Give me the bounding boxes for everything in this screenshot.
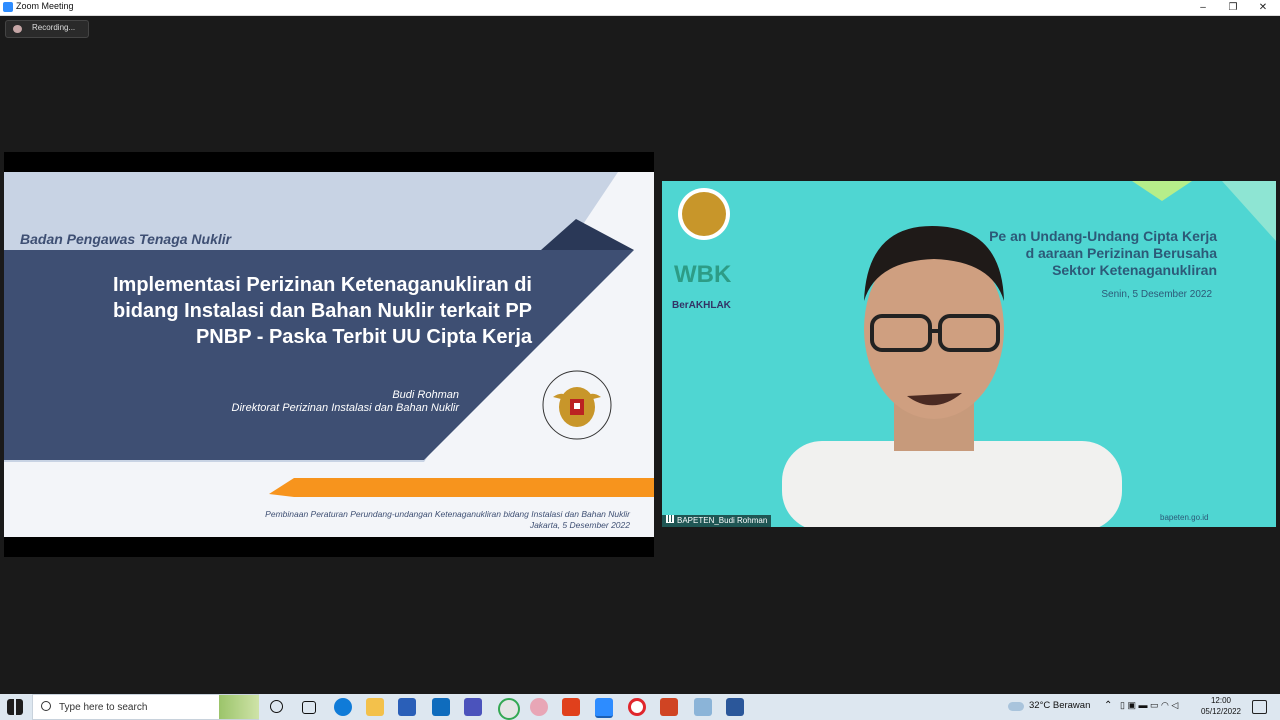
- tray-icons[interactable]: ▯ ▣ ▬ ▭ ◠ ◁: [1120, 700, 1178, 711]
- chrome-icon[interactable]: [498, 698, 520, 720]
- video-bg-title-line: Sektor Ketenaganukliran: [1052, 262, 1217, 278]
- clock-date: 05/12/2022: [1200, 707, 1242, 716]
- video-bg-date: Senin, 5 Desember 2022: [1101, 289, 1212, 300]
- shared-screen[interactable]: Badan Pengawas Tenaga Nuklir Implementas…: [4, 152, 654, 557]
- task-view-icon[interactable]: [302, 701, 316, 714]
- app-icon[interactable]: [530, 698, 548, 716]
- video-bg-title-line: d aaraan Perizinan Berusaha: [1025, 245, 1217, 261]
- slide-footer: Pembinaan Peraturan Perundang-undangan K…: [194, 509, 630, 531]
- participant-name: BAPETEN_Budi Rohman: [677, 516, 768, 525]
- video-bg-website: bapeten.go.id: [1160, 513, 1209, 522]
- search-placeholder: Type here to search: [59, 702, 148, 713]
- office-icon[interactable]: [562, 698, 580, 716]
- video-bg-title: Pe an Undang-Undang Cipta Kerja d aaraan…: [857, 228, 1217, 279]
- app-icon[interactable]: [694, 698, 712, 716]
- windows-taskbar: Type here to search 32°C Berawan ⌃ ▯ ▣ ▬…: [0, 694, 1280, 720]
- windows-start-icon[interactable]: [7, 699, 23, 715]
- footer-date: Jakarta, 5 Desember 2022: [529, 520, 630, 530]
- word-icon[interactable]: [726, 698, 744, 716]
- presenter-name: Budi Rohman: [392, 389, 459, 401]
- wbk-text: WBK: [674, 261, 732, 288]
- notification-icon[interactable]: [1252, 700, 1267, 714]
- bapeten-emblem-logo: [527, 367, 627, 447]
- slide-title: Implementasi Perizinan Ketenaganukliran …: [44, 272, 532, 350]
- footer-line: Pembinaan Peraturan Perundang-undangan K…: [265, 509, 630, 519]
- slide-title-line: PNBP - Paska Terbit UU Cipta Kerja: [195, 326, 532, 348]
- edge-icon[interactable]: [334, 698, 352, 716]
- close-button[interactable]: ✕: [1248, 0, 1278, 15]
- minimize-button[interactable]: –: [1188, 0, 1218, 15]
- berakhlak-text: BerAKHLAK: [672, 300, 731, 311]
- restore-button[interactable]: ❐: [1218, 0, 1248, 15]
- mail-icon[interactable]: [432, 698, 450, 716]
- video-bg-title-line: Pe an Undang-Undang Cipta Kerja: [989, 228, 1217, 244]
- file-explorer-icon[interactable]: [366, 698, 384, 716]
- powerpoint-icon[interactable]: [660, 698, 678, 716]
- cloud-icon: [1008, 702, 1024, 711]
- chevron-up-icon[interactable]: ⌃: [1104, 700, 1112, 711]
- recording-indicator[interactable]: Recording...: [5, 20, 89, 38]
- recording-label: Recording...: [32, 23, 76, 32]
- window-title: Zoom Meeting: [16, 1, 74, 11]
- participant-video[interactable]: WBK BerAKHLAK Pe an Undang-Undang Cipta …: [662, 181, 1276, 527]
- slide-title-line: bidang Instalasi dan Bahan Nuklir terkai…: [113, 300, 532, 322]
- zoom-app-icon: [3, 2, 13, 12]
- window-titlebar: Zoom Meeting – ❐ ✕: [0, 0, 1280, 16]
- slide-background: [4, 172, 654, 537]
- slide-title-line: Implementasi Perizinan Ketenaganukliran …: [112, 274, 532, 296]
- zoom-taskbar-icon[interactable]: [595, 698, 613, 718]
- clock[interactable]: 12:00 05/12/2022: [1198, 695, 1244, 717]
- search-highlight-image: [219, 695, 259, 719]
- participant-name-tag: BAPETEN_Budi Rohman: [662, 515, 772, 527]
- taskbar-search-box[interactable]: Type here to search: [32, 694, 259, 720]
- weather-text[interactable]: 32°C Berawan: [1029, 700, 1090, 711]
- opera-icon[interactable]: [628, 698, 646, 716]
- store-icon[interactable]: [398, 698, 416, 716]
- slide-org-name: Badan Pengawas Tenaga Nuklir: [20, 231, 232, 247]
- cortana-icon[interactable]: [270, 700, 283, 713]
- recording-icon: [13, 25, 22, 33]
- clock-time: 12:00: [1210, 696, 1232, 705]
- signal-bars-icon: [666, 515, 674, 523]
- presenter-unit: Direktorat Perizinan Instalasi dan Bahan…: [231, 402, 459, 414]
- search-icon: [41, 701, 51, 711]
- presentation-slide: Badan Pengawas Tenaga Nuklir Implementas…: [4, 172, 654, 537]
- slide-presenter: Budi Rohman Direktorat Perizinan Instala…: [184, 389, 459, 415]
- app-icon[interactable]: [464, 698, 482, 716]
